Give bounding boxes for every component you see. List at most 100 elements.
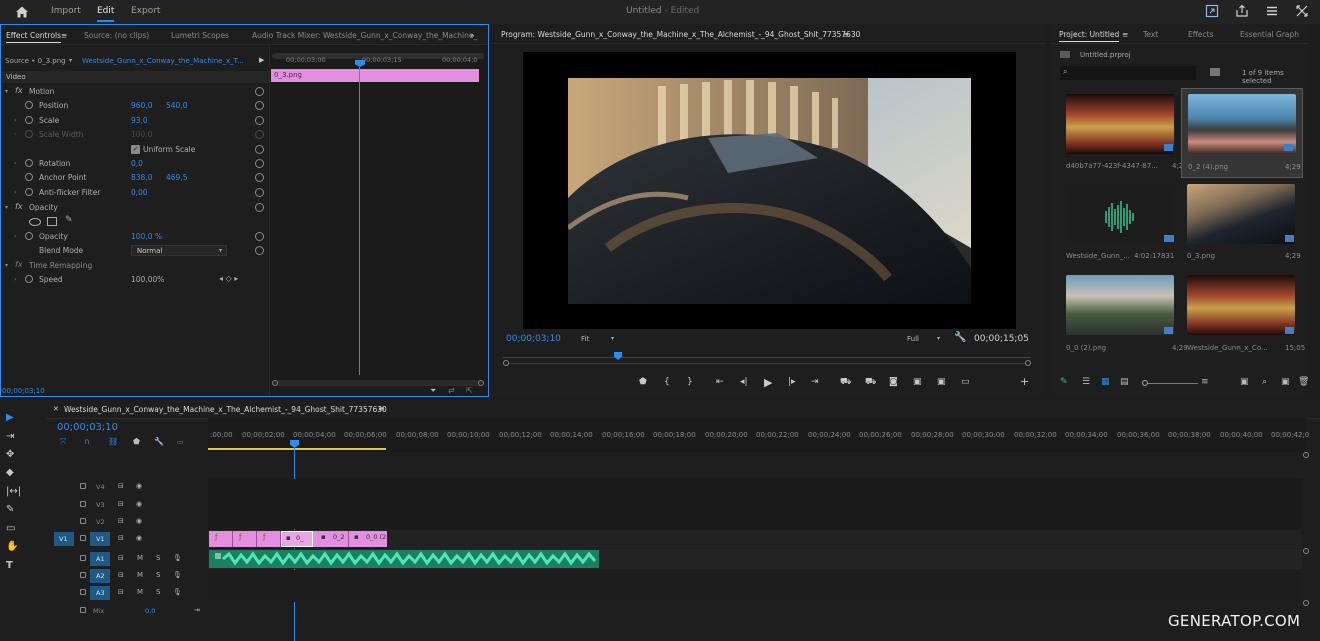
fullscreen-icon[interactable] <box>1295 4 1309 18</box>
trash-icon[interactable]: 🗑 <box>1298 377 1309 387</box>
list-view-icon[interactable]: ☰ <box>1082 377 1090 387</box>
filter-icon[interactable]: ⏷ <box>430 386 436 396</box>
home-icon[interactable] <box>14 4 30 20</box>
rotation-value[interactable]: 0,0 <box>131 159 143 168</box>
overwrite-icon[interactable]: ▣ <box>937 377 946 387</box>
mute-button[interactable]: M <box>137 554 143 562</box>
stopwatch-icon[interactable] <box>25 173 33 181</box>
effect-timeline[interactable]: 00;00;03;00 00;00;03;15 00;00;04;0 0_3.p… <box>269 45 488 396</box>
insert-icon[interactable]: ▣ <box>913 377 922 387</box>
linked-selection-icon[interactable]: ⛓ <box>108 437 118 446</box>
fit-select[interactable]: Fit ▾ <box>579 334 621 346</box>
stopwatch-icon[interactable] <box>25 101 33 109</box>
opacity-value[interactable]: 100,0 % <box>131 232 162 241</box>
snap-icon[interactable]: ⇄ <box>448 386 455 395</box>
nest-icon[interactable]: ⤧ <box>60 437 66 447</box>
program-viewer[interactable] <box>523 52 1016 329</box>
speed-value[interactable]: 100,00% <box>131 275 164 284</box>
tab-project[interactable]: Project: Untitled <box>1059 30 1120 42</box>
reset-icon[interactable] <box>255 188 264 197</box>
mute-button[interactable]: M <box>137 588 143 596</box>
reset-icon[interactable] <box>255 159 264 168</box>
timeline-clip[interactable]: ▪ 0_0 (2 <box>349 531 387 547</box>
quick-export-icon[interactable] <box>1205 4 1219 18</box>
solo-button[interactable]: S <box>156 588 160 596</box>
wrench-icon[interactable]: 🔧 <box>154 437 164 446</box>
work-area-bar[interactable] <box>208 448 386 450</box>
tab-effects[interactable]: Effects <box>1188 30 1214 39</box>
chevron-down-icon[interactable]: ▾ <box>69 57 72 64</box>
mic-icon[interactable]: 🎙 <box>173 554 182 562</box>
uniform-scale-checkbox[interactable]: ✓ <box>131 145 140 154</box>
expand-icon[interactable]: › <box>14 160 16 167</box>
expand-icon[interactable]: ▾ <box>5 262 8 269</box>
add-marker-icon[interactable]: ⬟ <box>639 377 647 387</box>
scroll-handle[interactable] <box>1303 452 1309 458</box>
sync-lock-icon[interactable]: ⊟ <box>118 482 124 490</box>
stopwatch-icon[interactable] <box>25 116 33 124</box>
blend-mode-select[interactable]: Normal ▾ <box>131 245 227 256</box>
wrench-icon[interactable]: 🔧 <box>954 332 966 343</box>
close-icon[interactable]: ✕ <box>53 405 59 413</box>
antiflicker-value[interactable]: 0,00 <box>131 188 148 197</box>
effect-timecode[interactable]: 00;00;03;10 <box>2 387 45 395</box>
position-y-value[interactable]: 540,0 <box>166 101 187 110</box>
sync-lock-icon[interactable]: ⊟ <box>118 554 124 562</box>
sort-icon[interactable]: ≡ <box>1201 377 1209 387</box>
expand-icon[interactable]: ▾ <box>5 88 8 95</box>
tab-text[interactable]: Text <box>1143 30 1158 39</box>
captions-icon[interactable]: ▭ <box>177 438 184 446</box>
comparison-view-icon[interactable]: ▭ <box>961 377 970 387</box>
lift-icon[interactable]: ⛟ <box>840 377 851 388</box>
go-to-in-icon[interactable]: ⇤ <box>716 377 724 387</box>
mic-icon[interactable]: 🎙 <box>173 588 182 596</box>
stopwatch-icon[interactable] <box>25 188 33 196</box>
track-target-a1[interactable]: A1 <box>90 552 110 566</box>
export-frame-icon[interactable]: ⇱ <box>466 386 473 395</box>
menu-export[interactable]: Export <box>131 6 160 16</box>
anchor-x-value[interactable]: 838,0 <box>131 173 152 182</box>
sync-lock-icon[interactable]: ⊟ <box>118 500 124 508</box>
selected-timeline-clip[interactable]: ▪ 0_ <box>281 531 313 547</box>
lock-icon[interactable] <box>80 572 86 578</box>
mix-value[interactable]: 0,0 <box>145 607 155 615</box>
extract-icon[interactable]: ⛟ <box>865 377 876 388</box>
tab-audio-track-mixer[interactable]: Audio Track Mixer: Westside_Gunn_x_Conwa… <box>252 31 477 40</box>
eye-icon[interactable]: ◉ <box>136 534 142 542</box>
tab-effect-controls[interactable]: Effect Controls <box>6 31 61 43</box>
stopwatch-icon[interactable] <box>25 232 33 240</box>
type-tool-icon[interactable]: T <box>6 560 13 571</box>
tab-menu-icon[interactable]: ≡ <box>61 31 67 40</box>
timeline-clip[interactable]: ƒ <box>257 531 281 547</box>
freeform-view-icon[interactable]: ▤ <box>1120 377 1129 387</box>
timeline-timecode[interactable]: 00;00;03;10 <box>57 422 118 433</box>
audio-track-area[interactable] <box>208 570 1302 602</box>
rectangle-tool-icon[interactable]: ▭ <box>6 523 15 534</box>
scroll-handle[interactable] <box>478 380 484 386</box>
track-select-tool-icon[interactable]: ⇥ <box>6 431 14 442</box>
program-timecode[interactable]: 00;00;03;10 <box>506 334 561 344</box>
reset-icon[interactable] <box>255 145 264 154</box>
lock-icon[interactable] <box>80 589 86 595</box>
mark-in-icon[interactable]: { <box>664 377 670 387</box>
lock-icon[interactable] <box>80 518 86 524</box>
eye-icon[interactable]: ◉ <box>136 500 142 508</box>
step-back-icon[interactable]: ◂| <box>740 377 748 387</box>
solo-button[interactable]: S <box>156 554 160 562</box>
menu-edit[interactable]: Edit <box>97 6 115 22</box>
razor-tool-icon[interactable]: ◆ <box>6 467 14 478</box>
project-item[interactable]: 0_0 (2).png 4;29 <box>1062 271 1188 360</box>
scroll-handle[interactable] <box>272 380 278 386</box>
icon-view-icon[interactable]: ▦ <box>1101 377 1110 387</box>
scale-value[interactable]: 93,0 <box>131 116 148 125</box>
tab-menu-icon[interactable]: ≡ <box>843 30 849 39</box>
project-item[interactable]: 0_3.png 4;29 <box>1181 179 1305 268</box>
camera-icon[interactable]: ◙ <box>889 377 898 387</box>
expand-icon[interactable]: › <box>14 233 16 240</box>
expand-icon[interactable]: › <box>14 276 16 283</box>
track-target-a2[interactable]: A2 <box>90 569 110 583</box>
snap-icon[interactable]: ∩ <box>84 437 90 446</box>
video-track-area[interactable] <box>208 479 1302 529</box>
ellipse-mask-icon[interactable] <box>29 218 41 226</box>
reset-icon[interactable] <box>255 116 264 125</box>
